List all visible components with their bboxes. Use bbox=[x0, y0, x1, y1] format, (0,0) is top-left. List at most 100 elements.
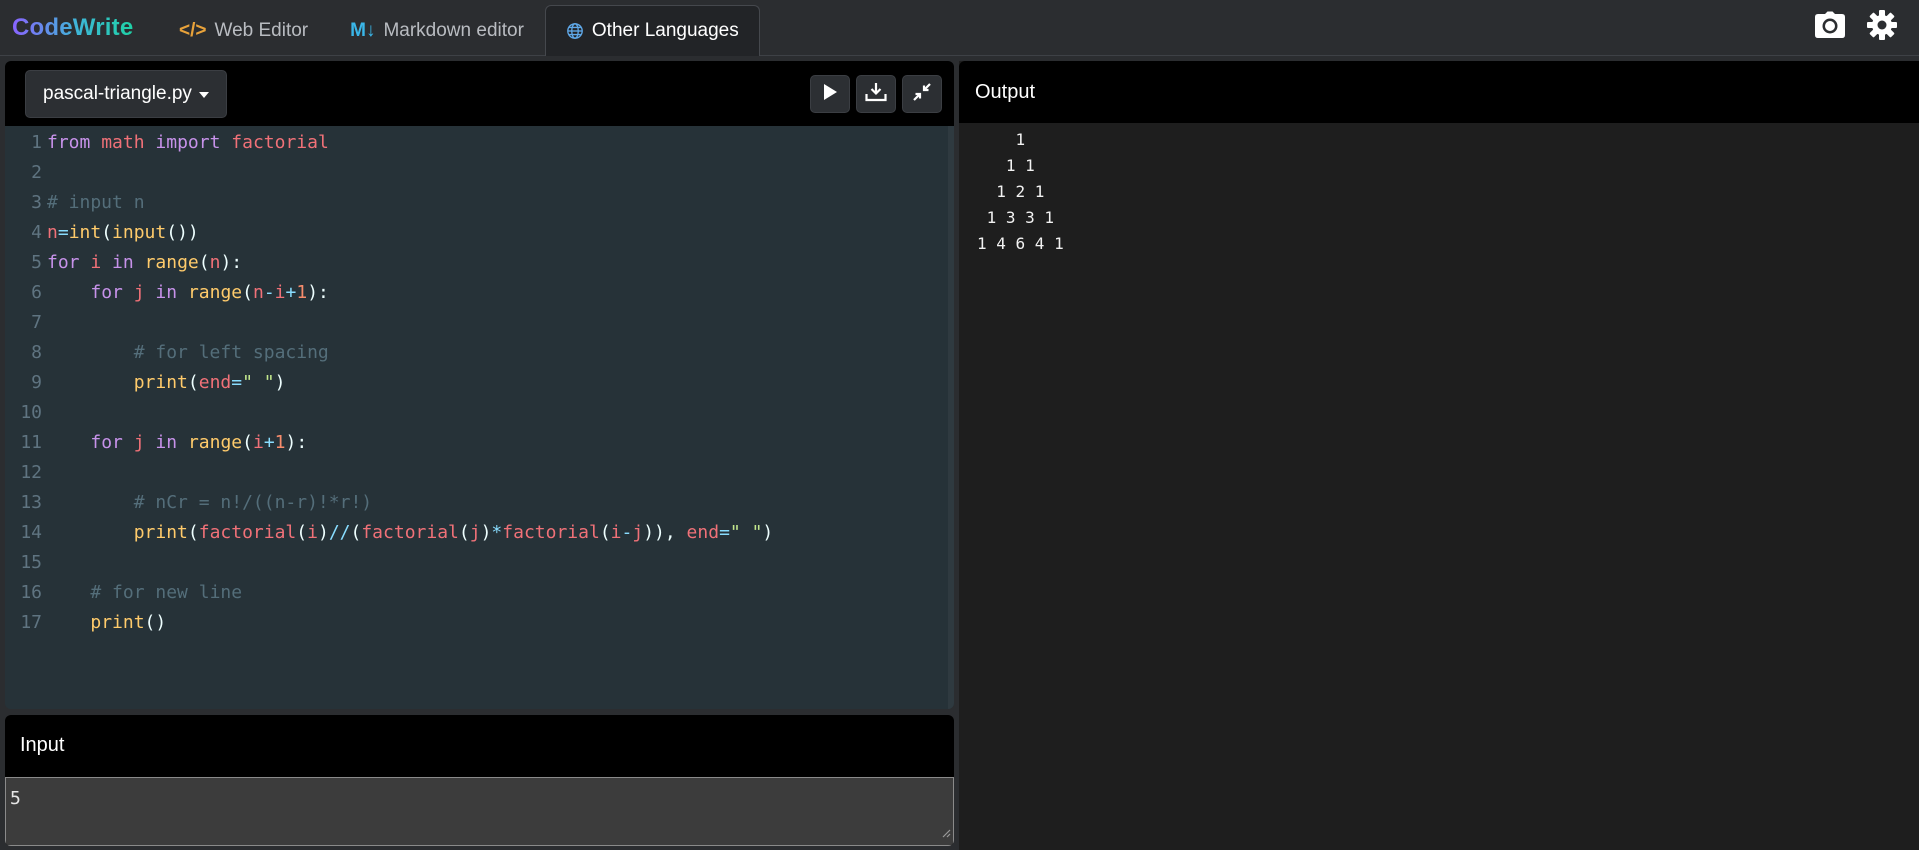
tab-other-languages[interactable]: Other Languages bbox=[544, 5, 760, 56]
stdin-textarea[interactable]: 5 bbox=[5, 777, 954, 846]
nav-tabs: </> Web Editor M↓ Markdown editor Other … bbox=[158, 5, 760, 57]
markdown-icon: M↓ bbox=[350, 20, 376, 41]
code-token: n bbox=[252, 282, 264, 303]
tab-label: Web Editor bbox=[214, 20, 309, 41]
code-token: ( bbox=[198, 252, 210, 273]
code-area[interactable]: 1 from math import factorial 2 3 # input n4n… bbox=[5, 126, 954, 709]
camera-icon bbox=[1814, 11, 1846, 44]
caret-down-icon bbox=[198, 91, 209, 98]
code-token: " " bbox=[729, 522, 763, 543]
code-token: j bbox=[133, 282, 145, 303]
code-token: # for new line bbox=[90, 582, 243, 603]
code-token: = bbox=[57, 222, 69, 243]
settings-button[interactable] bbox=[1865, 9, 1899, 44]
code-token: ) bbox=[480, 522, 492, 543]
output-panel: Output 1 1 1 1 2 1 1 3 3 1 1 4 6 4 1 bbox=[959, 61, 1919, 850]
line-number: 2 bbox=[31, 162, 42, 183]
collapse-icon bbox=[912, 82, 932, 107]
code-token: factorial bbox=[502, 522, 600, 543]
line-code: print(factorial(i)//(factorial(j)*factor… bbox=[47, 518, 774, 548]
code-token: )), bbox=[643, 522, 676, 543]
brand-logo[interactable]: CodeWrite bbox=[12, 14, 133, 42]
line-number: 3 bbox=[31, 192, 42, 213]
code-token: ( bbox=[350, 522, 362, 543]
code-token: end bbox=[198, 372, 232, 393]
code-token: print bbox=[90, 612, 145, 633]
input-title: Input bbox=[20, 734, 65, 756]
input-panel: Input 5 bbox=[5, 715, 954, 846]
code-token: ): bbox=[307, 282, 329, 303]
code-token: * bbox=[491, 522, 503, 543]
line-code: # nCr = n!/((n-r)!*r!) bbox=[47, 488, 372, 518]
output-title: Output bbox=[975, 81, 1036, 103]
tab-label: Markdown editor bbox=[383, 20, 524, 41]
code-token: from bbox=[47, 132, 91, 153]
editor-actions bbox=[810, 75, 942, 113]
run-button[interactable] bbox=[810, 75, 850, 113]
line-number: 1 bbox=[31, 132, 42, 153]
line-number: 15 bbox=[20, 552, 42, 573]
code-token: ()) bbox=[166, 222, 199, 243]
line-number: 11 bbox=[20, 432, 42, 453]
code-token: + bbox=[285, 282, 297, 303]
code-token: ( bbox=[187, 522, 199, 543]
code-token: + bbox=[263, 432, 275, 453]
line-number: 7 bbox=[31, 312, 42, 333]
code-token: ( bbox=[101, 222, 113, 243]
code-token: range bbox=[144, 252, 199, 273]
play-icon bbox=[822, 83, 838, 106]
line-code: print() bbox=[47, 608, 166, 638]
line-number: 5 bbox=[31, 252, 42, 273]
tab-markdown-editor[interactable]: M↓ Markdown editor bbox=[329, 5, 545, 56]
code-token: = bbox=[231, 372, 243, 393]
line-number: 10 bbox=[20, 402, 42, 423]
code-token: ( bbox=[296, 522, 308, 543]
screenshot-button[interactable] bbox=[1813, 10, 1847, 44]
collapse-button[interactable] bbox=[902, 75, 942, 113]
output-text: 1 1 1 1 2 1 1 3 3 1 1 4 6 4 1 bbox=[977, 130, 1064, 253]
line-code: # input n bbox=[47, 188, 145, 218]
code-token: factorial bbox=[231, 132, 329, 153]
code-token: in bbox=[155, 432, 178, 453]
code-token: # nCr = n!/((n-r)!*r!) bbox=[133, 492, 373, 513]
line-number: 14 bbox=[20, 522, 42, 543]
line-number: 13 bbox=[20, 492, 42, 513]
code-token: j bbox=[632, 522, 644, 543]
resize-grip-icon[interactable] bbox=[941, 822, 951, 843]
code-token: int bbox=[68, 222, 102, 243]
code-token: n bbox=[47, 222, 58, 243]
download-button[interactable] bbox=[856, 75, 896, 113]
code-token: ( bbox=[242, 282, 253, 303]
line-number: 4 bbox=[31, 222, 42, 243]
line-code: n=int(input()) bbox=[47, 218, 199, 248]
code-token: print bbox=[133, 522, 188, 543]
code-token: for bbox=[47, 252, 80, 273]
tab-web-editor[interactable]: </> Web Editor bbox=[158, 5, 329, 56]
code-token: range bbox=[187, 432, 243, 453]
line-code: # for new line bbox=[47, 578, 242, 608]
code-token: j bbox=[133, 432, 145, 453]
code-token: i bbox=[307, 522, 318, 543]
code-token: # for left spacing bbox=[133, 342, 329, 363]
code-token: // bbox=[328, 522, 351, 543]
code-token: ( bbox=[242, 432, 253, 453]
file-select-dropdown[interactable]: pascal-triangle.py bbox=[25, 70, 227, 118]
line-code: for j in range(n-i+1): bbox=[47, 278, 329, 308]
line-number: 16 bbox=[20, 582, 42, 603]
code-token: 1 bbox=[274, 432, 286, 453]
code-token: () bbox=[144, 612, 167, 633]
line-number: 17 bbox=[20, 612, 42, 633]
